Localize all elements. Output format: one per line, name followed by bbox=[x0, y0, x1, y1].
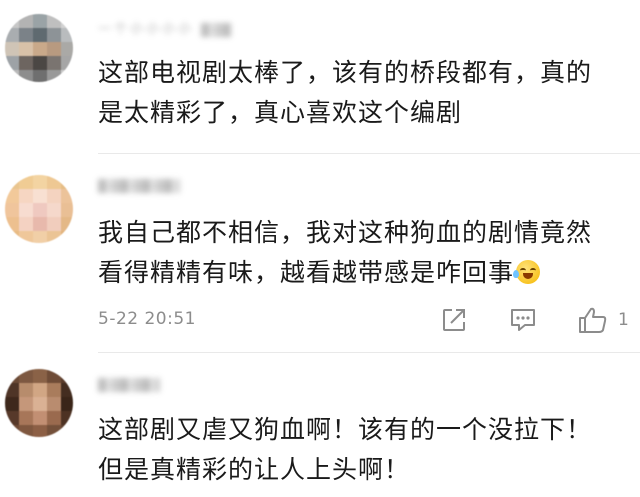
divider bbox=[98, 153, 640, 154]
comment-line: 我自己都不相信，我对这种狗血的剧情竟然 bbox=[98, 218, 593, 247]
username-mosaic bbox=[98, 377, 160, 392]
username[interactable]: 一个小小小小 bbox=[98, 18, 232, 37]
thumbs-up-icon bbox=[579, 307, 607, 333]
username[interactable] bbox=[98, 178, 180, 196]
timestamp: 5-22 20:51 bbox=[98, 309, 196, 329]
comment-text: 我自己都不相信，我对这种狗血的剧情竟然 看得精精有味，越看越带感是咋回事 bbox=[98, 213, 592, 293]
comment-meta: 5-22 20:51 1 bbox=[98, 305, 640, 335]
username[interactable] bbox=[98, 377, 160, 395]
share-icon bbox=[443, 309, 465, 331]
comment-line: 这部剧又虐又狗血啊！该有的一个没拉下！ bbox=[98, 415, 593, 444]
avatar[interactable] bbox=[5, 14, 73, 82]
username-mosaic bbox=[201, 22, 232, 37]
comment-line-text: 看得精精有味，越看越带感是咋回事 bbox=[98, 258, 515, 287]
avatar[interactable] bbox=[5, 369, 73, 437]
comment-icon bbox=[511, 309, 535, 331]
username-text: 一个小小小小 bbox=[98, 22, 195, 37]
repost-button[interactable] bbox=[441, 305, 467, 335]
comment-line: 看得精精有味，越看越带感是咋回事 bbox=[98, 253, 592, 293]
like-button[interactable]: 1 bbox=[578, 305, 629, 335]
like-count: 1 bbox=[618, 310, 629, 330]
comment-line: 但是真精彩的让人上头啊！ bbox=[98, 455, 411, 484]
comment-text: 这部电视剧太棒了，该有的桥段都有，真的 是太精彩了，真心喜欢这个编剧 bbox=[98, 53, 592, 133]
comment-text: 这部剧又虐又狗血啊！该有的一个没拉下！ 但是真精彩的让人上头啊！ bbox=[98, 410, 592, 490]
comment-line: 是太精彩了，真心喜欢这个编剧 bbox=[98, 98, 463, 127]
username-mosaic bbox=[98, 178, 180, 193]
comment-line: 这部电视剧太棒了，该有的桥段都有，真的 bbox=[98, 58, 593, 87]
avatar[interactable] bbox=[5, 175, 73, 243]
laugh-cry-emoji-icon bbox=[513, 260, 541, 284]
reply-button[interactable] bbox=[509, 305, 537, 335]
divider bbox=[98, 352, 640, 353]
comment-list: 一个小小小小 这部电视剧太棒了，该有的桥段都有，真的 是太精彩了，真心喜欢这个编… bbox=[0, 0, 640, 497]
